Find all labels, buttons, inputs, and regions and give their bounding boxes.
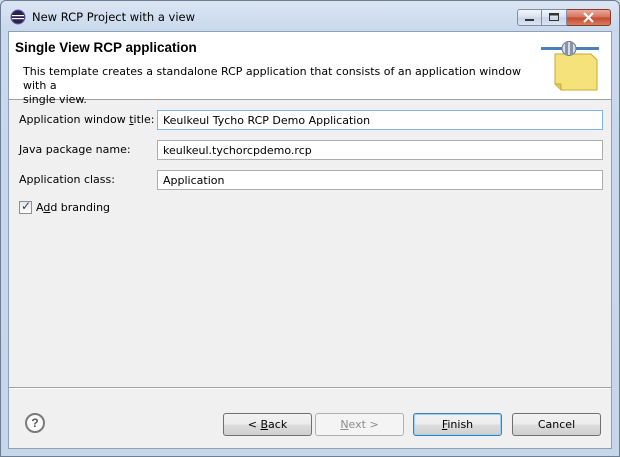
class-row: Application class: [19, 170, 604, 192]
app-title-label: Application window title: [19, 113, 155, 126]
next-button[interactable]: Next > [315, 413, 404, 436]
maximize-icon [549, 13, 559, 21]
checkmark-icon: ✓ [21, 199, 32, 213]
class-input[interactable] [157, 170, 603, 190]
back-button[interactable]: < Back [223, 413, 312, 436]
app-title-row: Application window title: [19, 110, 604, 132]
window-title: New RCP Project with a view [32, 10, 196, 24]
minimize-button[interactable] [517, 9, 542, 26]
wizard-window: New RCP Project with a view Single View … [0, 0, 620, 457]
button-separator [9, 387, 611, 389]
package-input[interactable] [157, 140, 603, 160]
wizard-content: Single View RCP application This templat… [8, 31, 612, 449]
wizard-header: Single View RCP application This templat… [9, 32, 611, 106]
branding-label: Add branding [36, 201, 111, 214]
cancel-button[interactable]: Cancel [512, 413, 601, 436]
maximize-button[interactable] [542, 9, 567, 26]
description-line-1: This template creates a standalone RCP a… [23, 65, 521, 92]
page-title: Single View RCP application [15, 40, 197, 55]
title-bar[interactable]: New RCP Project with a view [1, 1, 619, 31]
description-line-2: single view. [23, 93, 87, 106]
class-label: Application class: [19, 173, 115, 186]
branding-checkbox[interactable]: ✓ [19, 199, 32, 214]
close-icon [583, 12, 594, 23]
minimize-icon [525, 19, 534, 21]
caption-buttons [517, 9, 611, 28]
package-label: Java package name: [19, 143, 131, 156]
plugin-wizard-icon [541, 41, 599, 91]
page-description: This template creates a standalone RCP a… [23, 65, 543, 107]
app-title-input[interactable] [157, 110, 603, 130]
eclipse-icon [10, 9, 26, 25]
finish-button[interactable]: Finish [413, 413, 502, 436]
help-button[interactable]: ? [25, 413, 45, 433]
package-row: Java package name: [19, 140, 604, 162]
close-button[interactable] [567, 9, 611, 26]
